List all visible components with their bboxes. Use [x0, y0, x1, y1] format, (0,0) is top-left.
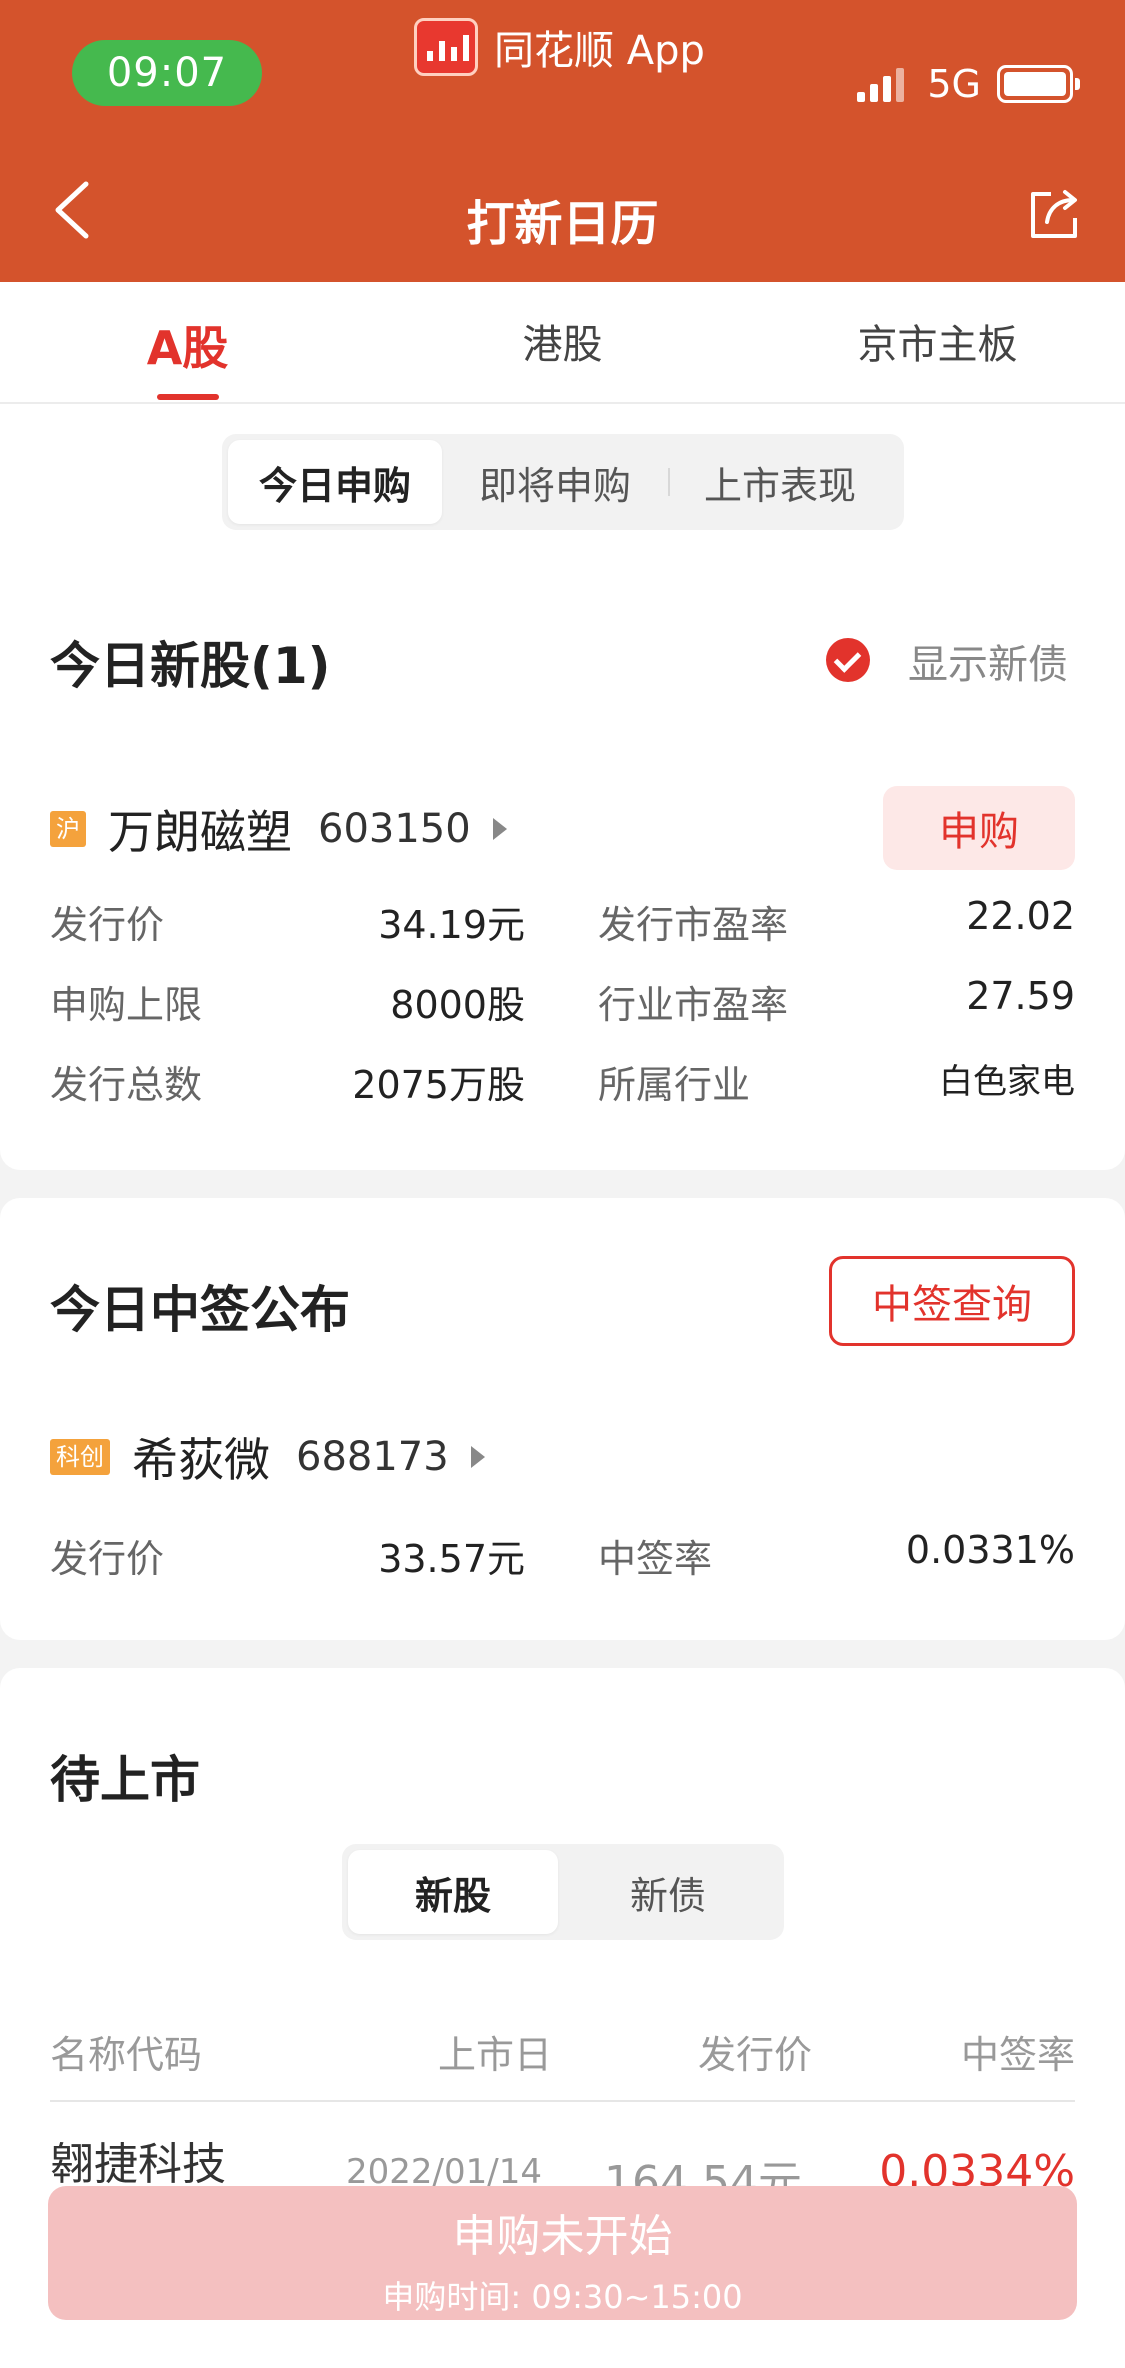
- share-icon[interactable]: [1027, 186, 1083, 242]
- stock-row-wanlang[interactable]: 沪 万朗磁塑 603150: [50, 796, 507, 862]
- arrow-right-icon: [470, 1446, 485, 1468]
- upcoming-title: 待上市: [50, 1751, 200, 1809]
- field-issue-pe: 发行市盈率 22.02: [598, 894, 1075, 947]
- network-label: 5G: [927, 62, 981, 106]
- bottom-button-subtitle: 申购时间: 09:30~15:00: [382, 2278, 743, 2316]
- subscription-segment: 今日申购 即将申购 上市表现: [222, 434, 904, 530]
- segment-new-stocks[interactable]: 新股: [348, 1850, 558, 1934]
- signal-icon: [857, 66, 909, 102]
- field-issue-price: 发行价 34.19元: [50, 903, 525, 947]
- stock-code: 603150: [318, 806, 471, 852]
- stock-code: 688173: [296, 1434, 449, 1480]
- field-issue-price: 发行价 33.57元: [50, 1537, 525, 1581]
- segment-upcoming-subscribe[interactable]: 即将申购: [442, 440, 668, 524]
- lottery-card: 今日中签公布 中签查询 科创 希荻微 688173 发行价 33.57元 中签率…: [0, 1198, 1125, 1640]
- tab-hk-shares[interactable]: 港股: [375, 282, 750, 402]
- field-issue-total: 发行总数 2075万股: [50, 1063, 525, 1107]
- field-subscribe-limit: 申购上限 8000股: [50, 983, 525, 1027]
- board-badge: 科创: [50, 1439, 110, 1475]
- status-icons: 5G: [857, 62, 1080, 106]
- today-new-section: 今日申购 即将申购 上市表现 今日新股(1) 显示新债 沪 万朗磁塑 60315…: [0, 404, 1125, 1170]
- table-divider: [50, 2100, 1075, 2102]
- show-bonds-label[interactable]: 显示新债: [908, 632, 1068, 690]
- segment-listing-performance[interactable]: 上市表现: [670, 440, 890, 524]
- subscribe-not-started-button[interactable]: 申购未开始 申购时间: 09:30~15:00: [48, 2186, 1077, 2320]
- arrow-right-icon: [492, 818, 507, 840]
- lottery-title: 今日中签公布: [50, 1281, 350, 1339]
- col-lottery-rate: 中签率: [960, 2033, 1075, 2077]
- show-bonds-checkbox[interactable]: [826, 638, 870, 682]
- exchange-badge: 沪: [50, 811, 86, 847]
- col-name-code: 名称代码: [50, 2033, 203, 2077]
- col-listing-date: 上市日: [438, 2033, 553, 2077]
- stock-name: 希荻微: [132, 1433, 270, 1487]
- app-name: 同花顺 App: [494, 28, 705, 74]
- segment-new-bonds[interactable]: 新债: [558, 1850, 778, 1934]
- tab-a-shares[interactable]: A股: [0, 282, 375, 402]
- battery-icon: [997, 65, 1080, 103]
- field-industry: 所属行业 白色家电: [598, 1062, 1075, 1107]
- today-new-title: 今日新股(1): [50, 637, 331, 695]
- subscribe-button[interactable]: 申购: [883, 786, 1075, 870]
- app-logo-icon: [414, 18, 478, 76]
- market-tabs: A股 港股 京市主板: [0, 282, 1125, 404]
- status-time: 09:07: [72, 40, 262, 106]
- field-industry-pe: 行业市盈率 27.59: [598, 974, 1075, 1027]
- tab-beijing-main[interactable]: 京市主板: [750, 282, 1125, 402]
- stock-row-xidiwei[interactable]: 科创 希荻微 688173: [50, 1424, 485, 1490]
- field-lottery-rate: 中签率 0.0331%: [598, 1528, 1075, 1581]
- lottery-query-button[interactable]: 中签查询: [829, 1256, 1075, 1346]
- stock-name: 万朗磁塑: [108, 805, 292, 859]
- col-issue-price: 发行价: [698, 2033, 813, 2077]
- bottom-button-title: 申购未开始: [452, 2211, 673, 2262]
- app-indicator: 同花顺 App: [414, 18, 705, 76]
- upcoming-segment: 新股 新债: [342, 1844, 784, 1940]
- row-stock-name: 翱捷科技: [50, 2139, 226, 2190]
- app-header: 09:07 同花顺 App 5G 打新日历: [0, 0, 1125, 282]
- segment-today-subscribe[interactable]: 今日申购: [228, 440, 442, 524]
- page-title: 打新日历: [466, 196, 659, 252]
